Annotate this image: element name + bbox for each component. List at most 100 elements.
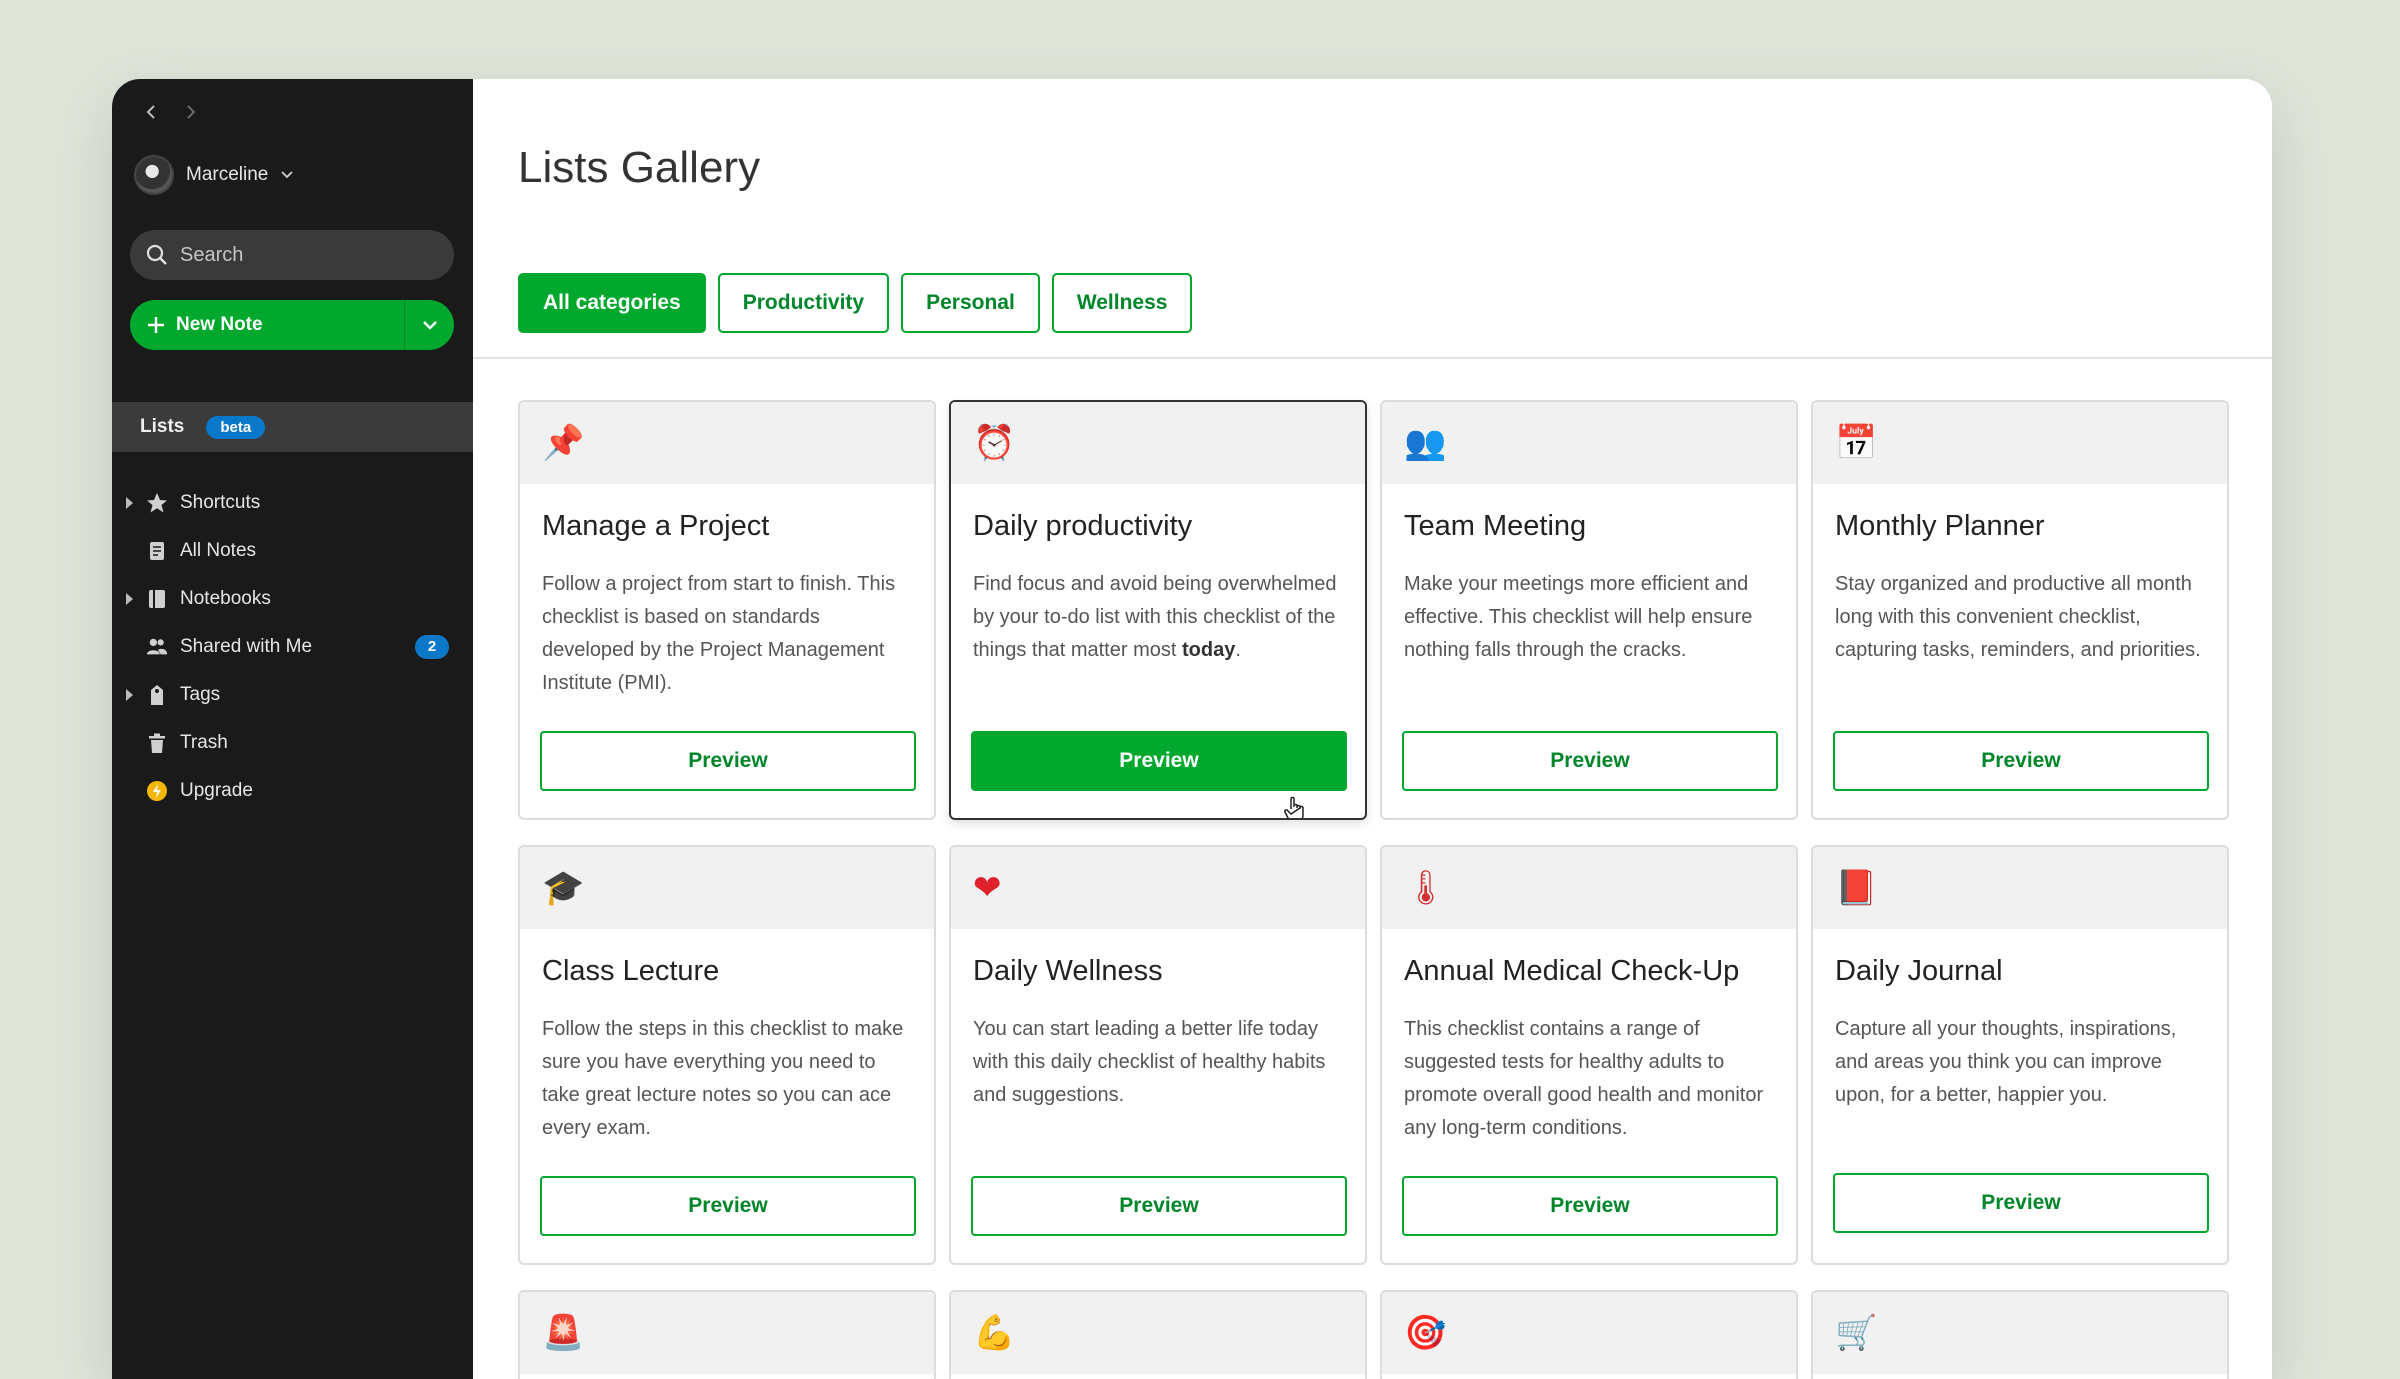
- preview-button[interactable]: Preview: [1402, 731, 1778, 791]
- sidebar-item-notebooks[interactable]: Notebooks: [112, 575, 473, 623]
- shared-count-badge: 2: [415, 635, 449, 659]
- preview-button[interactable]: Preview: [971, 1176, 1347, 1236]
- divider: [473, 357, 2272, 359]
- template-card[interactable]: 👥 Team Meeting Make your meetings more e…: [1380, 400, 1798, 820]
- template-card[interactable]: 🎯: [1380, 1290, 1798, 1379]
- thermometer-icon: 🌡: [1404, 869, 1448, 907]
- search-input[interactable]: [180, 243, 440, 267]
- people-icon: 👥: [1404, 424, 1447, 462]
- sidebar-item-tags[interactable]: Tags: [112, 671, 473, 719]
- template-card[interactable]: ❤ Daily Wellness You can start leading a…: [949, 845, 1367, 1265]
- new-note-button[interactable]: New Note: [130, 300, 404, 350]
- card-description: Make your meetings more efficient and ef…: [1404, 573, 1753, 661]
- sidebar-item-lists[interactable]: Lists beta: [112, 402, 473, 452]
- chevron-down-icon: [281, 171, 294, 179]
- expand-triangle-icon[interactable]: [126, 497, 133, 509]
- card-header: 👥: [1382, 402, 1796, 484]
- template-card[interactable]: 📌 Manage a Project Follow a project from…: [518, 400, 936, 820]
- sidebar-item-label: Shared with Me: [180, 636, 313, 657]
- sidebar-item-label: Tags: [180, 684, 221, 705]
- history-nav: [142, 103, 200, 121]
- preview-button[interactable]: Preview: [1833, 1173, 2209, 1233]
- hand-cursor-icon: [1284, 796, 1304, 818]
- template-card[interactable]: 📅 Monthly Planner Stay organized and pro…: [1811, 400, 2229, 820]
- card-description: Capture all your thoughts, inspirations,…: [1835, 1018, 2177, 1106]
- card-description: Follow a project from start to finish. T…: [542, 573, 896, 694]
- filter-wellness[interactable]: Wellness: [1051, 273, 1193, 333]
- avatar: [134, 155, 174, 195]
- notebook-icon: [146, 588, 168, 610]
- sidebar-nav: Shortcuts All Notes Notebooks Shared wit…: [112, 479, 473, 815]
- preview-button[interactable]: Preview: [1833, 731, 2209, 791]
- sidebar-item-label: Notebooks: [180, 588, 271, 609]
- back-arrow-icon[interactable]: [142, 103, 160, 121]
- card-description-text: Find focus and avoid being overwhelmed b…: [973, 573, 1337, 661]
- sidebar-item-shared-with-me[interactable]: Shared with Me 2: [112, 623, 473, 671]
- sidebar-item-all-notes[interactable]: All Notes: [112, 527, 473, 575]
- search-box[interactable]: [130, 230, 454, 280]
- template-card[interactable]: 🌡 Annual Medical Check-Up This checklist…: [1380, 845, 1798, 1265]
- card-title: Monthly Planner: [1835, 510, 2045, 542]
- preview-button[interactable]: Preview: [540, 731, 916, 791]
- sidebar: Marceline New Note Lists beta Shortc: [112, 79, 473, 1379]
- template-card[interactable]: 📕 Daily Journal Capture all your thought…: [1811, 845, 2229, 1265]
- card-title: Annual Medical Check-Up: [1404, 955, 1740, 987]
- card-header: ❤: [951, 847, 1365, 929]
- sidebar-item-shortcuts[interactable]: Shortcuts: [112, 479, 473, 527]
- template-card[interactable]: ⏰ Daily productivity Find focus and avoi…: [949, 400, 1367, 820]
- card-description: This checklist contains a range of sugge…: [1404, 1018, 1764, 1139]
- sidebar-item-trash[interactable]: Trash: [112, 719, 473, 767]
- siren-icon: 🚨: [542, 1314, 585, 1352]
- filter-all-categories[interactable]: All categories: [518, 273, 706, 333]
- target-icon: 🎯: [1404, 1314, 1447, 1352]
- template-card[interactable]: 🎓 Class Lecture Follow the steps in this…: [518, 845, 936, 1265]
- card-title: Daily Wellness: [973, 955, 1163, 987]
- card-header: 📅: [1813, 402, 2227, 484]
- new-note-dropdown-button[interactable]: [404, 300, 454, 350]
- expand-triangle-icon[interactable]: [126, 593, 133, 605]
- heart-icon: ❤: [973, 869, 1002, 907]
- template-grid: 📌 Manage a Project Follow a project from…: [518, 400, 2229, 1379]
- card-header: 📌: [520, 402, 934, 484]
- flexed-biceps-icon: 💪: [973, 1314, 1016, 1352]
- people-icon: [146, 636, 168, 658]
- card-description-end: .: [1235, 639, 1241, 661]
- calendar-icon: 📅: [1835, 424, 1878, 462]
- search-icon: [146, 244, 167, 265]
- card-header: 📕: [1813, 847, 2227, 929]
- card-header: 🎓: [520, 847, 934, 929]
- sidebar-item-upgrade[interactable]: Upgrade: [112, 767, 473, 815]
- main-content: Lists Gallery All categories Productivit…: [473, 79, 2272, 1379]
- card-description-emphasis: today: [1181, 639, 1236, 661]
- expand-triangle-icon[interactable]: [126, 689, 133, 701]
- app-window: Marceline New Note Lists beta Shortc: [112, 79, 2272, 1379]
- trash-icon: [146, 732, 168, 754]
- template-card[interactable]: 🚨: [518, 1290, 936, 1379]
- star-icon: [146, 492, 168, 514]
- preview-button[interactable]: Preview: [1402, 1176, 1778, 1236]
- new-note-label: New Note: [176, 314, 263, 335]
- graduation-cap-icon: 🎓: [542, 869, 585, 907]
- sidebar-item-label: Lists: [140, 416, 185, 437]
- template-card[interactable]: 💪: [949, 1290, 1367, 1379]
- book-icon: 📕: [1835, 869, 1878, 907]
- sidebar-item-label: Trash: [180, 732, 228, 753]
- card-description: You can start leading a better life toda…: [973, 1018, 1326, 1106]
- card-description: Stay organized and productive all month …: [1835, 573, 2201, 661]
- card-title: Team Meeting: [1404, 510, 1587, 542]
- sidebar-item-label: Shortcuts: [180, 492, 261, 513]
- card-description: Find focus and avoid being overwhelmed b…: [973, 568, 1345, 667]
- chevron-down-icon: [422, 321, 437, 330]
- preview-button[interactable]: Preview: [971, 731, 1347, 791]
- card-header: 🚨: [520, 1292, 934, 1374]
- account-switcher[interactable]: Marceline: [134, 155, 294, 195]
- filter-productivity[interactable]: Productivity: [717, 273, 890, 333]
- preview-button[interactable]: Preview: [540, 1176, 916, 1236]
- card-header: 🎯: [1382, 1292, 1796, 1374]
- note-icon: [146, 540, 168, 562]
- template-card[interactable]: 🛒: [1811, 1290, 2229, 1379]
- page-title: Lists Gallery: [518, 143, 761, 192]
- sidebar-item-label: All Notes: [180, 540, 257, 561]
- forward-arrow-icon[interactable]: [182, 103, 200, 121]
- filter-personal[interactable]: Personal: [901, 273, 1040, 333]
